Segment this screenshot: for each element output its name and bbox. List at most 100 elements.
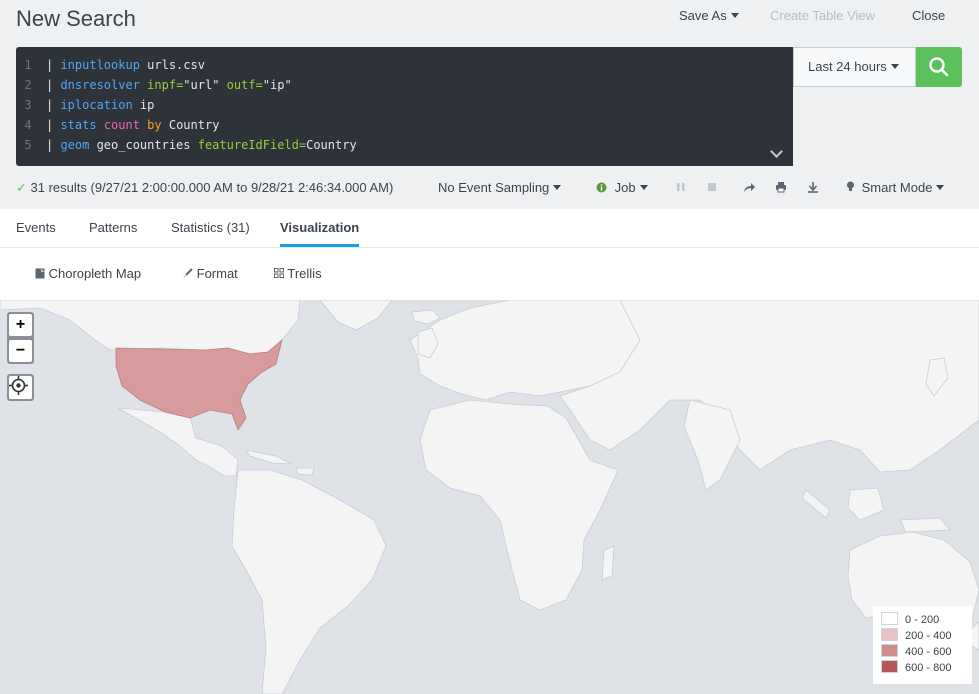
land-hispaniola [295, 467, 315, 476]
grid-icon [274, 268, 284, 278]
query-token: urls.csv [139, 58, 205, 72]
line-number: 2 [24, 78, 32, 92]
land-borneo [847, 487, 885, 521]
zoom-in-icon[interactable]: + [9, 314, 32, 336]
query-text: | geom geo_countries featureIdField=Coun… [46, 135, 357, 155]
event-sampling-menu[interactable]: No Event Sampling [438, 180, 562, 195]
info-icon [596, 182, 607, 193]
search-editor[interactable]: 1 | inputlookup urls.csv 2 | dnsresolver in… [16, 47, 793, 166]
query-token: geo_countries [89, 138, 198, 152]
format-label: Format [196, 266, 238, 281]
pause-icon[interactable] [674, 180, 688, 194]
stop-icon[interactable] [705, 180, 719, 194]
legend-row: 400 - 600 [881, 644, 964, 660]
line-number: 4 [24, 118, 32, 132]
map-legend: 0 - 200 200 - 400 400 - 600 600 - 800 [873, 606, 972, 684]
legend-label: 0 - 200 [905, 614, 940, 626]
query-token: inputlookup [60, 58, 140, 72]
legend-label: 600 - 800 [905, 662, 952, 674]
query-token: by [147, 118, 162, 132]
close-link[interactable]: Close [912, 8, 945, 23]
tab-visualization[interactable]: Visualization [280, 220, 360, 247]
results-text: 31 results (9/27/21 2:00:00.000 AM to 9/… [30, 180, 394, 195]
legend-label: 400 - 600 [905, 646, 952, 658]
caret-down-icon [730, 13, 739, 18]
print-icon[interactable] [774, 180, 788, 194]
world-map-canvas [0, 300, 979, 694]
caret-down-icon [639, 185, 648, 190]
query-token: | [46, 98, 61, 112]
land-greenland [319, 300, 393, 331]
query-text: | dnsresolver inpf="url" outf="ip" [46, 75, 292, 95]
visualization-toolbar: Choropleth Map Format Trellis [0, 248, 979, 300]
caret-down-icon [936, 185, 945, 190]
query-token: featureIdField= [197, 138, 307, 152]
visualization-type-button[interactable]: Choropleth Map [35, 266, 141, 281]
query-token: Country [306, 138, 357, 152]
results-tabs: Events Patterns Statistics (31) Visualiz… [0, 209, 979, 248]
caret-down-icon [553, 185, 562, 190]
query-token: | [46, 78, 61, 92]
search-mode-menu[interactable]: Smart Mode [846, 180, 945, 195]
search-button[interactable] [916, 47, 962, 87]
crosshair-icon[interactable] [9, 376, 32, 399]
lightbulb-icon [847, 181, 854, 191]
land-north-america-north [0, 300, 301, 355]
legend-row: 200 - 400 [881, 628, 964, 644]
zoom-out-icon[interactable]: − [9, 340, 32, 362]
query-token: stats [60, 118, 97, 132]
tab-statistics[interactable]: Statistics (31) [171, 220, 250, 235]
trellis-label: Trellis [287, 266, 322, 281]
query-token: "ip" [262, 78, 292, 92]
check-icon: ✓ [16, 180, 27, 195]
format-button[interactable]: Format [183, 266, 238, 281]
job-menu[interactable]: Job [596, 180, 648, 195]
land-central-america [117, 407, 239, 477]
zoom-control: + − [7, 312, 34, 364]
query-token: "url" [183, 78, 227, 92]
legend-label: 200 - 400 [905, 630, 952, 642]
search-mode-label: Smart Mode [861, 180, 933, 195]
query-token: count [103, 118, 140, 132]
legend-row: 600 - 800 [881, 660, 964, 676]
query-token: | [46, 58, 61, 72]
query-token: iplocation [60, 98, 133, 112]
visualization-type-label: Choropleth Map [48, 266, 142, 281]
choropleth-map[interactable]: + − 0 - 200 200 - 400 400 - 600 600 - 80… [0, 300, 979, 694]
query-token: inpf= [147, 78, 184, 92]
land-south-america [231, 469, 387, 694]
line-number: 5 [24, 138, 32, 152]
query-token: | [46, 118, 61, 132]
share-icon[interactable] [742, 180, 756, 194]
map-icon [35, 268, 45, 279]
time-range-picker[interactable]: Last 24 hours [793, 47, 916, 87]
tab-patterns[interactable]: Patterns [89, 220, 137, 235]
export-icon[interactable] [806, 180, 820, 194]
query-token: | [46, 138, 61, 152]
locate-control [7, 374, 34, 401]
query-text: | iplocation ip [46, 95, 154, 115]
query-token [97, 118, 104, 132]
query-text: | stats count by Country [46, 115, 219, 135]
line-number: 1 [24, 58, 32, 72]
page-title: New Search [16, 6, 136, 31]
trellis-button[interactable]: Trellis [274, 266, 322, 281]
land-cuba [245, 449, 293, 465]
tab-events[interactable]: Events [16, 220, 56, 235]
create-table-view-link[interactable]: Create Table View [770, 8, 875, 23]
search-icon [929, 57, 949, 77]
legend-row: 0 - 200 [881, 612, 964, 628]
chevron-down-icon[interactable] [770, 145, 783, 158]
brush-icon [183, 268, 193, 278]
query-token: outf= [226, 78, 263, 92]
event-sampling-label: No Event Sampling [438, 180, 550, 195]
query-token: ip [132, 98, 155, 112]
query-token: dnsresolver [60, 78, 140, 92]
query-token: geom [60, 138, 90, 152]
land-madagascar [601, 545, 615, 581]
legend-swatch [881, 628, 898, 641]
query-text: | inputlookup urls.csv [46, 55, 205, 75]
land-new-guinea [899, 517, 951, 533]
legend-swatch [881, 644, 898, 657]
save-as-menu[interactable]: Save As [679, 8, 739, 23]
